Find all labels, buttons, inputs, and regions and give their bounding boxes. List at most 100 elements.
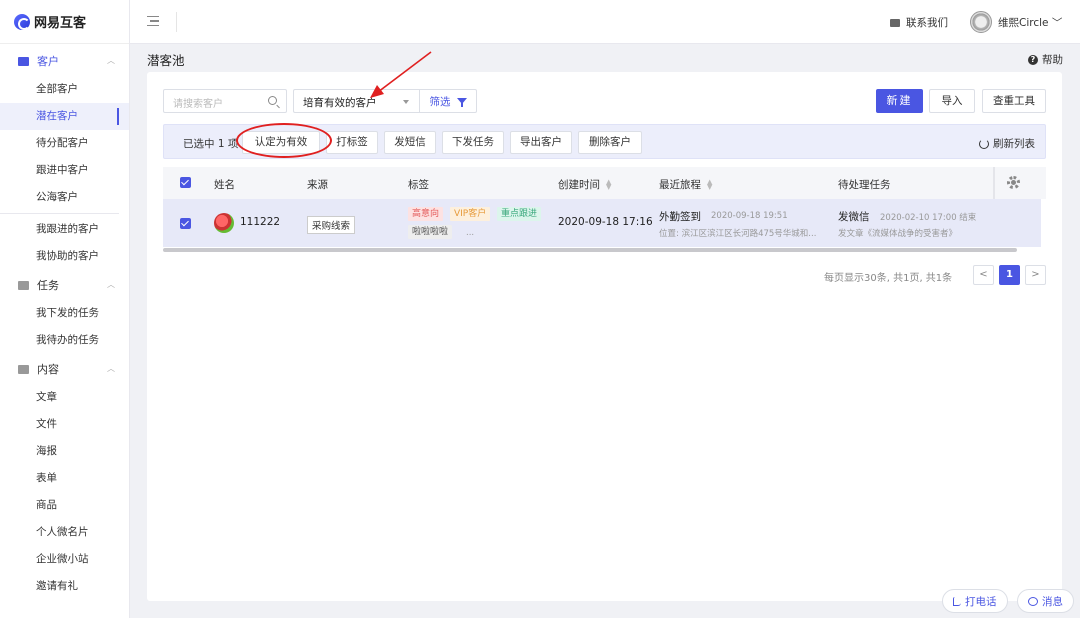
page-title: 潜客池 bbox=[147, 53, 185, 68]
journey-location: 位置: 滨江区滨江区长河路475号华城和... bbox=[659, 229, 817, 239]
divider bbox=[176, 12, 177, 32]
column-settings[interactable] bbox=[993, 167, 1030, 199]
chevron-up-icon: ︿ bbox=[107, 280, 115, 289]
help-link[interactable]: ? 帮助 bbox=[1028, 52, 1063, 67]
new-button[interactable]: 新建 bbox=[876, 89, 923, 113]
customer-name[interactable]: 111222 bbox=[240, 216, 280, 228]
sidebar-item-mini-site[interactable]: 企业微小站 bbox=[0, 546, 129, 573]
column-header-name: 姓名 bbox=[214, 179, 235, 191]
table-row[interactable]: 111222 采购线索 高意向 VIP客户 重点跟进 啦啦啦啦 ... 2020… bbox=[163, 199, 1041, 247]
chevron-down-icon: ﹀ bbox=[1051, 17, 1063, 29]
sidebar-item-files[interactable]: 文件 bbox=[0, 411, 129, 438]
help-label: 帮助 bbox=[1042, 54, 1063, 66]
search-input[interactable]: 请搜索客户 bbox=[163, 89, 287, 113]
divider bbox=[0, 213, 119, 214]
funnel-icon bbox=[456, 98, 467, 107]
next-page-button[interactable]: > bbox=[1025, 265, 1046, 285]
sidebar-item-todo-tasks[interactable]: 我待办的任务 bbox=[0, 327, 129, 354]
nav-group-label: 任务 bbox=[37, 279, 59, 292]
pagination-summary: 每页显示30条, 共1页, 共1条 bbox=[824, 273, 953, 284]
sidebar-item-business-card[interactable]: 个人微名片 bbox=[0, 519, 129, 546]
sidebar-item-my-following[interactable]: 我跟进的客户 bbox=[0, 216, 129, 243]
document-icon bbox=[18, 364, 29, 374]
nav-group-tasks[interactable]: 任务 ︿ bbox=[0, 270, 129, 300]
table-header: 姓名 来源 标签 创建时间 ▲ ▼ 最近旅程 ▲ ▼ 待处理任务 bbox=[163, 167, 1046, 199]
refresh-list-button[interactable]: 刷新列表 bbox=[979, 136, 1035, 151]
refresh-label: 刷新列表 bbox=[993, 138, 1035, 150]
dedupe-tool-button[interactable]: 查重工具 bbox=[982, 89, 1046, 113]
sidebar-item-posters[interactable]: 海报 bbox=[0, 438, 129, 465]
horizontal-scrollbar[interactable] bbox=[163, 248, 1017, 252]
sort-icon: ▲ ▼ bbox=[606, 178, 612, 191]
annotation-circle bbox=[236, 123, 332, 158]
sidebar: 网易互客 客户 ︿ 全部客户 潜在客户 待分配客户 跟进中客户 公海客户 我跟进… bbox=[0, 0, 130, 618]
annotation-arrow bbox=[370, 51, 432, 98]
contact-us-link[interactable]: 联系我们 bbox=[890, 15, 948, 30]
sidebar-item-unassigned-customers[interactable]: 待分配客户 bbox=[0, 130, 129, 157]
journey-time: 2020-09-18 19:51 bbox=[711, 211, 788, 221]
task-detail: 发文章《流媒体战争的受害者》 bbox=[838, 229, 958, 239]
sidebar-item-public-customers[interactable]: 公海客户 bbox=[0, 184, 129, 211]
message-button[interactable]: 消息 bbox=[1017, 589, 1074, 613]
search-icon[interactable] bbox=[268, 96, 277, 105]
page-1-button[interactable]: 1 bbox=[999, 265, 1020, 285]
export-customers-button[interactable]: 导出客户 bbox=[510, 131, 572, 154]
id-card-icon bbox=[18, 56, 29, 66]
tags-more: ... bbox=[466, 228, 475, 238]
logo-icon bbox=[14, 13, 30, 30]
sidebar-item-products[interactable]: 商品 bbox=[0, 492, 129, 519]
refresh-icon bbox=[979, 138, 989, 149]
chevron-up-icon: ︿ bbox=[107, 56, 115, 65]
assign-task-button[interactable]: 下发任务 bbox=[442, 131, 504, 154]
call-button[interactable]: 打电话 bbox=[942, 589, 1008, 613]
journey-title: 外勤签到 bbox=[659, 211, 701, 223]
column-header-journey[interactable]: 最近旅程 ▲ ▼ bbox=[659, 177, 712, 192]
row-checkbox[interactable] bbox=[180, 218, 191, 229]
sidebar-item-following-customers[interactable]: 跟进中客户 bbox=[0, 157, 129, 184]
message-label: 消息 bbox=[1042, 595, 1063, 608]
sidebar-item-all-customers[interactable]: 全部客户 bbox=[0, 76, 129, 103]
sort-icon: ▲ ▼ bbox=[707, 178, 713, 191]
column-header-pending-task: 待处理任务 bbox=[838, 179, 891, 191]
delete-customers-button[interactable]: 删除客户 bbox=[578, 131, 642, 154]
column-header-created[interactable]: 创建时间 ▲ ▼ bbox=[558, 177, 611, 192]
sidebar-item-forms[interactable]: 表单 bbox=[0, 465, 129, 492]
tag-high-intent: 高意向 bbox=[408, 207, 444, 221]
tag-key-follow: 重点跟进 bbox=[497, 207, 542, 221]
tag-vip: VIP客户 bbox=[450, 207, 491, 221]
chat-icon bbox=[890, 18, 900, 27]
column-label: 最近旅程 bbox=[659, 179, 701, 191]
nav-group-customers[interactable]: 客户 ︿ bbox=[0, 46, 129, 76]
logo[interactable]: 网易互客 bbox=[0, 0, 129, 44]
column-header-source: 来源 bbox=[307, 179, 328, 191]
column-label: 创建时间 bbox=[558, 179, 600, 191]
sidebar-item-articles[interactable]: 文章 bbox=[0, 384, 129, 411]
nav-group-content[interactable]: 内容 ︿ bbox=[0, 354, 129, 384]
contact-label: 联系我们 bbox=[906, 17, 948, 29]
sidebar-item-my-assisting[interactable]: 我协助的客户 bbox=[0, 243, 129, 270]
task-time: 2020-02-10 17:00 结束 bbox=[880, 213, 977, 223]
app-name: 网易互客 bbox=[34, 16, 87, 31]
sidebar-item-invite-gifts[interactable]: 邀请有礼 bbox=[0, 573, 129, 600]
send-sms-button[interactable]: 发短信 bbox=[384, 131, 436, 154]
search-placeholder: 请搜索客户 bbox=[173, 99, 223, 110]
chevron-up-icon: ︿ bbox=[107, 364, 115, 373]
sidebar-item-potential-customers[interactable]: 潜在客户 bbox=[0, 103, 129, 130]
user-avatar[interactable] bbox=[970, 11, 992, 33]
nav-group-label: 内容 bbox=[37, 363, 59, 376]
task-icon bbox=[18, 280, 29, 290]
source-tag: 采购线索 bbox=[307, 216, 356, 234]
prev-page-button[interactable]: < bbox=[973, 265, 994, 285]
question-icon: ? bbox=[1028, 54, 1038, 65]
selected-count: 已选中 1 项 bbox=[183, 138, 239, 150]
task-title: 发微信 bbox=[838, 211, 870, 223]
column-header-tags: 标签 bbox=[408, 179, 429, 191]
collapse-menu-icon[interactable] bbox=[147, 16, 159, 26]
select-all-checkbox[interactable] bbox=[180, 177, 191, 188]
user-menu[interactable]: 维熙Circle ﹀ bbox=[998, 15, 1062, 30]
customer-avatar bbox=[214, 213, 234, 233]
sidebar-item-issued-tasks[interactable]: 我下发的任务 bbox=[0, 300, 129, 327]
tag-button[interactable]: 打标签 bbox=[326, 131, 378, 154]
username: 维熙Circle bbox=[998, 17, 1049, 29]
import-button[interactable]: 导入 bbox=[929, 89, 975, 113]
